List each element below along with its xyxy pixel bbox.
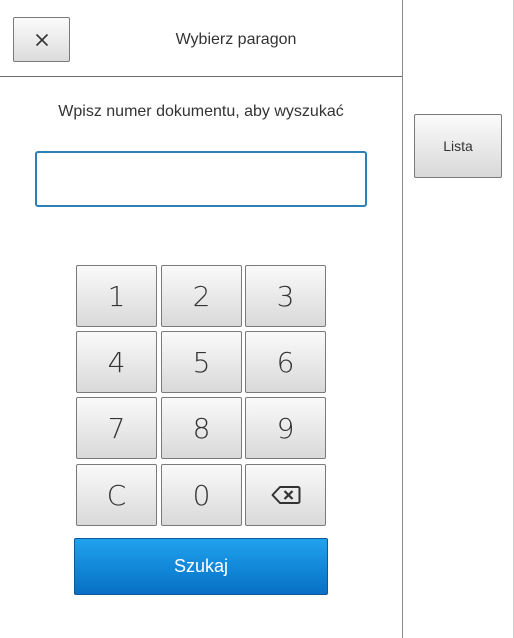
close-button[interactable] bbox=[13, 17, 70, 62]
key-6[interactable]: 6 bbox=[245, 331, 326, 393]
list-button[interactable]: Lista bbox=[414, 114, 502, 178]
key-5[interactable]: 5 bbox=[161, 331, 242, 393]
key-8[interactable]: 8 bbox=[161, 397, 242, 459]
side-panel: Lista bbox=[403, 0, 514, 638]
document-number-input[interactable] bbox=[35, 151, 367, 207]
key-0[interactable]: 0 bbox=[161, 464, 242, 526]
search-button[interactable]: Szukaj bbox=[74, 538, 328, 595]
key-4[interactable]: 4 bbox=[76, 331, 157, 393]
main-panel: Wybierz paragon Wpisz numer dokumentu, a… bbox=[0, 0, 403, 638]
key-7[interactable]: 7 bbox=[76, 397, 157, 459]
numeric-keypad: 1 2 3 4 5 6 7 8 9 C 0 bbox=[76, 265, 327, 526]
dialog-header: Wybierz paragon bbox=[0, 0, 402, 77]
key-1[interactable]: 1 bbox=[76, 265, 157, 327]
key-backspace[interactable] bbox=[245, 464, 326, 526]
key-clear[interactable]: C bbox=[76, 464, 157, 526]
key-9[interactable]: 9 bbox=[245, 397, 326, 459]
receipt-picker-window: Wybierz paragon Wpisz numer dokumentu, a… bbox=[0, 0, 514, 638]
backspace-icon bbox=[271, 486, 300, 504]
dialog-title: Wybierz paragon bbox=[175, 30, 297, 48]
key-3[interactable]: 3 bbox=[245, 265, 326, 327]
close-icon bbox=[35, 33, 48, 46]
search-prompt: Wpisz numer dokumentu, aby wyszukać bbox=[58, 103, 344, 120]
key-2[interactable]: 2 bbox=[161, 265, 242, 327]
